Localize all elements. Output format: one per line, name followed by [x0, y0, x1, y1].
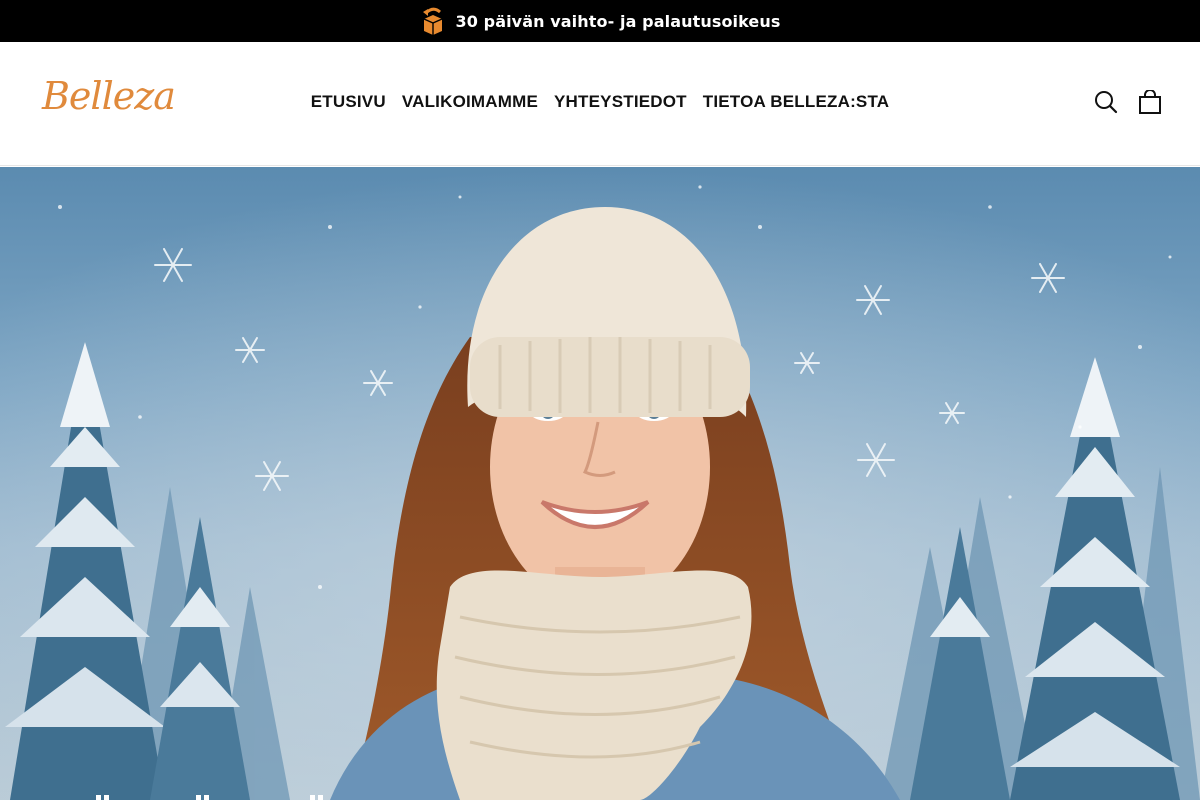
nav-item-etusivu[interactable]: ETUSIVU [311, 92, 386, 112]
nav-item-yhteystiedot[interactable]: YHTEYSTIEDOT [554, 92, 687, 112]
hero-banner[interactable] [0, 167, 1200, 800]
site-header: Belleza ETUSIVU VALIKOIMAMME YHTEYSTIEDO… [0, 42, 1200, 166]
return-box-icon [420, 7, 446, 35]
cart-icon[interactable] [1138, 89, 1162, 114]
header-actions [1094, 89, 1162, 114]
brand-logo[interactable]: Belleza [42, 74, 176, 118]
nav-item-tietoa[interactable]: TIETOA BELLEZA:STA [703, 92, 890, 112]
main-nav: ETUSIVU VALIKOIMAMME YHTEYSTIEDOT TIETOA… [311, 92, 889, 112]
announcement-bar: 30 päivän vaihto- ja palautusoikeus [0, 0, 1200, 42]
search-icon[interactable] [1094, 90, 1118, 114]
hero-image [0, 167, 1200, 800]
nav-item-valikoimamme[interactable]: VALIKOIMAMME [402, 92, 538, 112]
announcement-text: 30 päivän vaihto- ja palautusoikeus [455, 11, 781, 31]
